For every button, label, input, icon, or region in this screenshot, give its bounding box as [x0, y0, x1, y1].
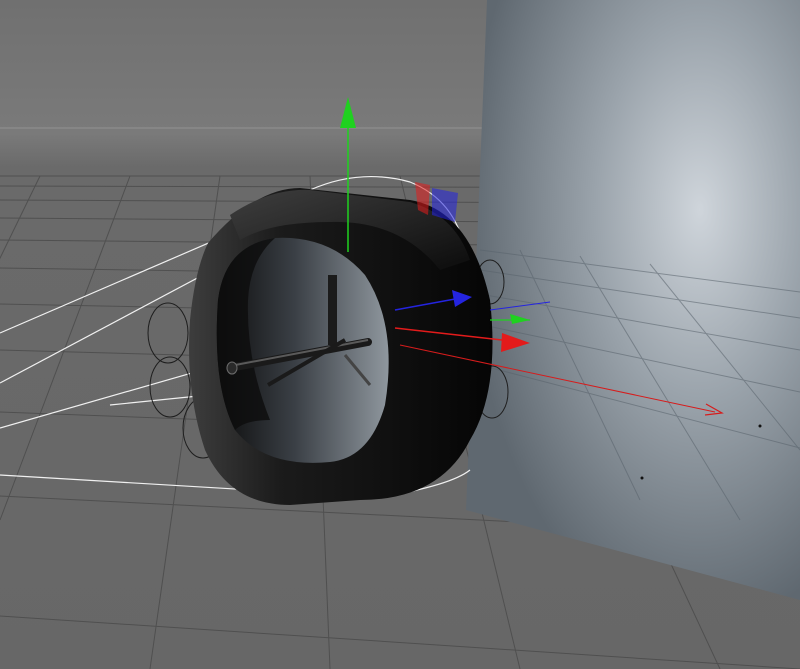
3d-viewport[interactable] — [0, 0, 800, 669]
support-post[interactable] — [328, 275, 337, 345]
panel-vertex — [640, 476, 644, 480]
viewport-canvas[interactable] — [0, 0, 800, 669]
panel-vertex — [758, 424, 762, 428]
